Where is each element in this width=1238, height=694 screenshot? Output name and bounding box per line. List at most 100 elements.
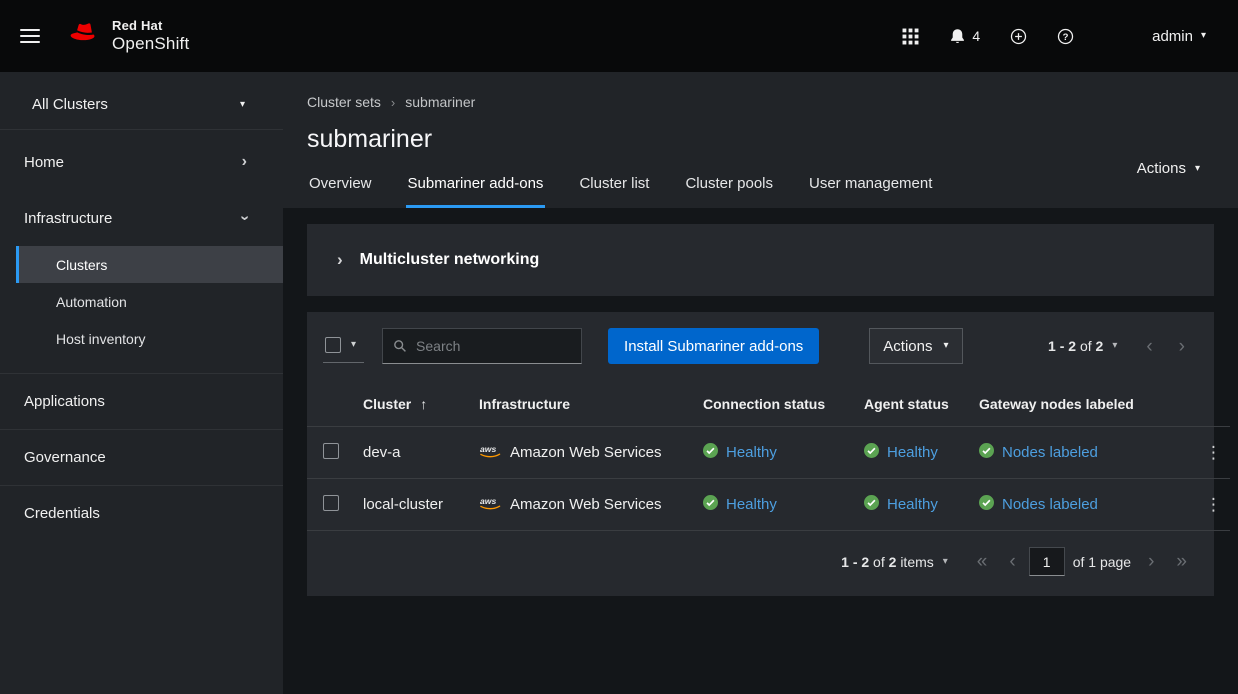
aws-icon: aws	[479, 495, 502, 514]
sidebar-item-automation[interactable]: Automation	[0, 283, 283, 320]
user-menu[interactable]: admin ▾	[1152, 28, 1206, 45]
search-box	[382, 328, 582, 364]
sidebar-item-infrastructure[interactable]: Infrastructure ›	[0, 190, 283, 246]
connection-status-link[interactable]: Healthy	[726, 444, 777, 461]
multicluster-networking-expandable[interactable]: › Multicluster networking	[307, 224, 1214, 296]
chevron-down-icon: ›	[236, 215, 252, 220]
pagination-caret-down-icon[interactable]: ▾	[1112, 341, 1117, 351]
table-header-row: Cluster ↑ Infrastructure Connection stat…	[307, 380, 1230, 427]
tab-submariner-add-ons[interactable]: Submariner add-ons	[406, 169, 546, 208]
row-kebab-menu-icon[interactable]: ⋮	[1197, 494, 1230, 515]
tab-cluster-pools[interactable]: Cluster pools	[683, 169, 775, 208]
sidebar-nav: All Clusters ▾ Home › Infrastructure › C…	[0, 72, 283, 694]
select-all-checkbox[interactable]	[325, 337, 341, 353]
sidebar-item-governance[interactable]: Governance	[0, 429, 283, 485]
success-check-circle-icon	[703, 495, 718, 514]
caret-down-icon: ▾	[1195, 164, 1200, 174]
sidebar-infrastructure-subnav: Clusters Automation Host inventory	[0, 246, 283, 359]
sidebar-item-clusters[interactable]: Clusters	[16, 246, 283, 283]
gateway-nodes-link[interactable]: Nodes labeled	[1002, 496, 1098, 513]
first-page-angle-double-left-icon[interactable]: «	[966, 550, 999, 573]
clusters-table: Cluster ↑ Infrastructure Connection stat…	[307, 380, 1230, 531]
perspective-switcher-all-clusters[interactable]: All Clusters ▾	[0, 80, 283, 130]
success-check-circle-icon	[864, 495, 879, 514]
next-page-angle-right-icon[interactable]: ›	[1137, 550, 1165, 573]
help-question-circle-icon[interactable]: ?	[1057, 28, 1074, 45]
prev-page-angle-left-icon[interactable]: ‹	[1133, 335, 1165, 358]
breadcrumb-current: submariner	[405, 94, 475, 110]
quick-create-plus-circle-icon[interactable]	[1010, 28, 1027, 45]
redhat-fedora-icon	[66, 20, 103, 51]
gateway-nodes-link[interactable]: Nodes labeled	[1002, 444, 1098, 461]
pagination-controls: « ‹ of 1 page › »	[966, 547, 1198, 576]
brand-logo[interactable]: Red Hat OpenShift	[66, 19, 189, 53]
tab-overview[interactable]: Overview	[307, 169, 374, 208]
cluster-name[interactable]: local-cluster	[363, 496, 443, 513]
success-check-circle-icon	[864, 443, 879, 462]
table-row-local-cluster: local-cluster aws Amazon	[307, 479, 1230, 531]
caret-down-icon: ▾	[944, 341, 949, 351]
app-layout: All Clusters ▾ Home › Infrastructure › C…	[0, 72, 1238, 694]
install-submariner-button[interactable]: Install Submariner add-ons	[608, 328, 819, 364]
agent-status-link[interactable]: Healthy	[887, 444, 938, 461]
column-header-gateway-nodes: Gateway nodes labeled	[971, 380, 1189, 427]
pagination-items-summary: 1 - 2 of 2 items	[841, 554, 934, 570]
infrastructure-label: Amazon Web Services	[510, 444, 661, 461]
svg-text:?: ?	[1063, 31, 1069, 42]
expand-chevron-right-icon[interactable]: ›	[337, 250, 343, 270]
bulk-select-dropdown[interactable]: ▾	[323, 329, 364, 363]
cluster-name[interactable]: dev-a	[363, 444, 401, 461]
notification-count-badge: 4	[972, 28, 980, 44]
column-header-cluster-sort[interactable]: Cluster ↑	[363, 396, 427, 412]
row-checkbox[interactable]	[323, 495, 339, 511]
sidebar-item-applications[interactable]: Applications	[0, 373, 283, 429]
page-actions-dropdown[interactable]: Actions ▾	[1137, 160, 1200, 177]
sidebar-item-credentials[interactable]: Credentials	[0, 485, 283, 541]
page-header: Cluster sets › submariner submariner Act…	[283, 72, 1238, 208]
brand-redhat: Red Hat	[112, 19, 189, 34]
masthead: Red Hat OpenShift 4	[0, 0, 1238, 72]
row-kebab-menu-icon[interactable]: ⋮	[1197, 442, 1230, 463]
current-page-input[interactable]	[1029, 547, 1065, 576]
column-header-connection-status: Connection status	[695, 380, 856, 427]
table-toolbar: ▾ Install Submariner add-ons Actions ▾	[307, 312, 1214, 380]
column-header-agent-status: Agent status	[856, 380, 971, 427]
toolbar-actions-dropdown[interactable]: Actions ▾	[869, 328, 962, 364]
app-launcher-icon[interactable]	[902, 28, 919, 45]
success-check-circle-icon	[979, 495, 994, 514]
agent-status-link[interactable]: Healthy	[887, 496, 938, 513]
masthead-toolbar: 4 ? admin ▾	[902, 28, 1206, 45]
tab-cluster-list[interactable]: Cluster list	[577, 169, 651, 208]
connection-status-link[interactable]: Healthy	[726, 496, 777, 513]
table-row-dev-a: dev-a aws Amazon Web Serv	[307, 427, 1230, 479]
prev-page-angle-left-icon[interactable]: ‹	[998, 550, 1026, 573]
notifications-bell-icon[interactable]: 4	[949, 28, 980, 45]
pagination-summary: 1 - 2 of 2	[1048, 338, 1103, 354]
pagination-caret-down-icon[interactable]: ▾	[943, 557, 948, 567]
breadcrumb: Cluster sets › submariner	[307, 94, 1202, 110]
sidebar-item-host-inventory[interactable]: Host inventory	[0, 320, 283, 357]
breadcrumb-cluster-sets-link[interactable]: Cluster sets	[307, 94, 381, 110]
nav-toggle-hamburger-icon[interactable]	[20, 25, 40, 47]
success-check-circle-icon	[979, 443, 994, 462]
next-page-angle-right-icon[interactable]: ›	[1166, 335, 1198, 358]
tab-user-management[interactable]: User management	[807, 169, 934, 208]
caret-down-icon: ▾	[1201, 31, 1206, 41]
infrastructure-label: Amazon Web Services	[510, 496, 661, 513]
last-page-angle-double-right-icon[interactable]: »	[1165, 550, 1198, 573]
bottom-pagination: 1 - 2 of 2 items ▾ « ‹ of 1 page › »	[307, 531, 1214, 596]
success-check-circle-icon	[703, 443, 718, 462]
caret-down-icon: ▾	[351, 340, 356, 350]
sort-ascending-icon: ↑	[420, 396, 427, 412]
chevron-right-icon: ›	[242, 154, 247, 170]
column-header-infrastructure: Infrastructure	[471, 380, 695, 427]
search-input[interactable]	[383, 329, 581, 363]
row-checkbox[interactable]	[323, 443, 339, 459]
brand-openshift: OpenShift	[112, 34, 189, 53]
expandable-section-title: Multicluster networking	[360, 251, 540, 269]
sidebar-item-home[interactable]: Home ›	[0, 134, 283, 190]
tab-content: › Multicluster networking ▾	[283, 208, 1238, 694]
caret-down-icon: ▾	[240, 100, 245, 110]
perspective-label: All Clusters	[32, 96, 108, 113]
top-pagination: 1 - 2 of 2 ▾ ‹ ›	[1048, 335, 1198, 358]
